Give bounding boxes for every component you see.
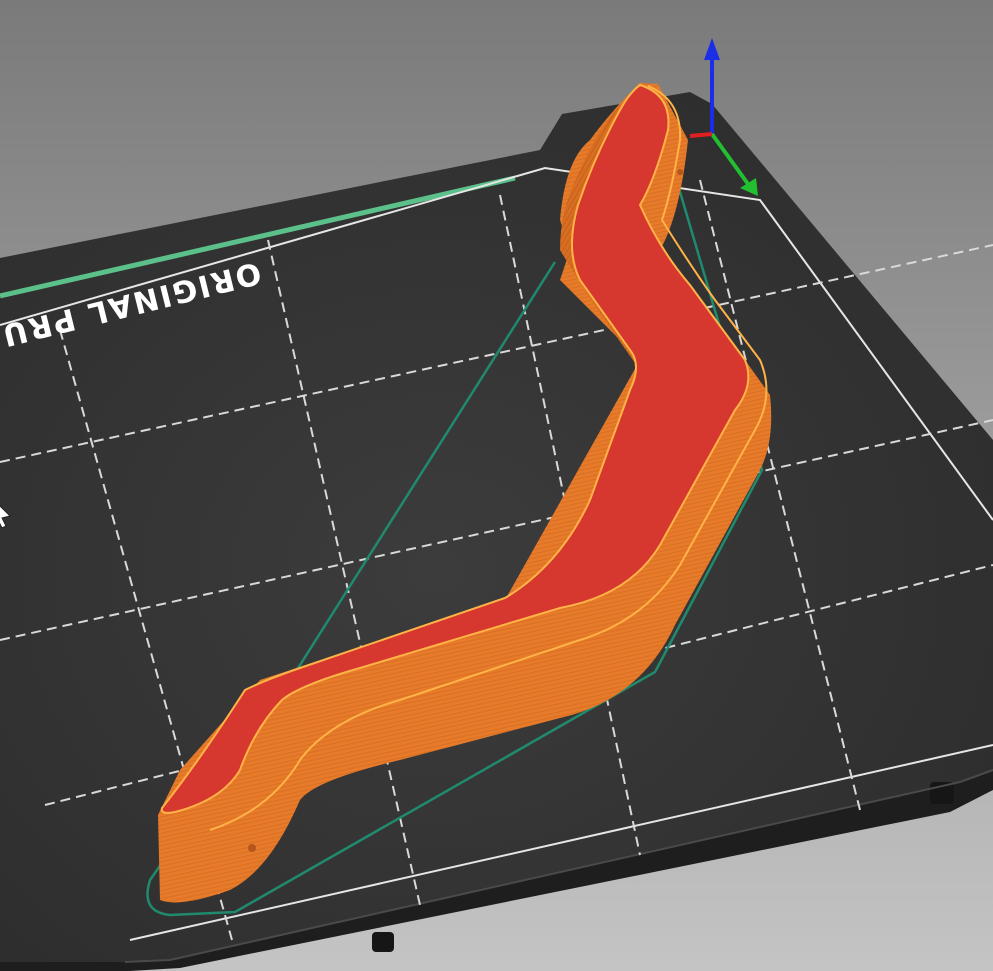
model-seam-mark [248,844,256,852]
bed-foot [372,932,394,952]
model-seam-mark [677,169,683,175]
x-axis [689,132,713,138]
3d-viewport[interactable]: ORIGINAL PRU [0,0,993,971]
